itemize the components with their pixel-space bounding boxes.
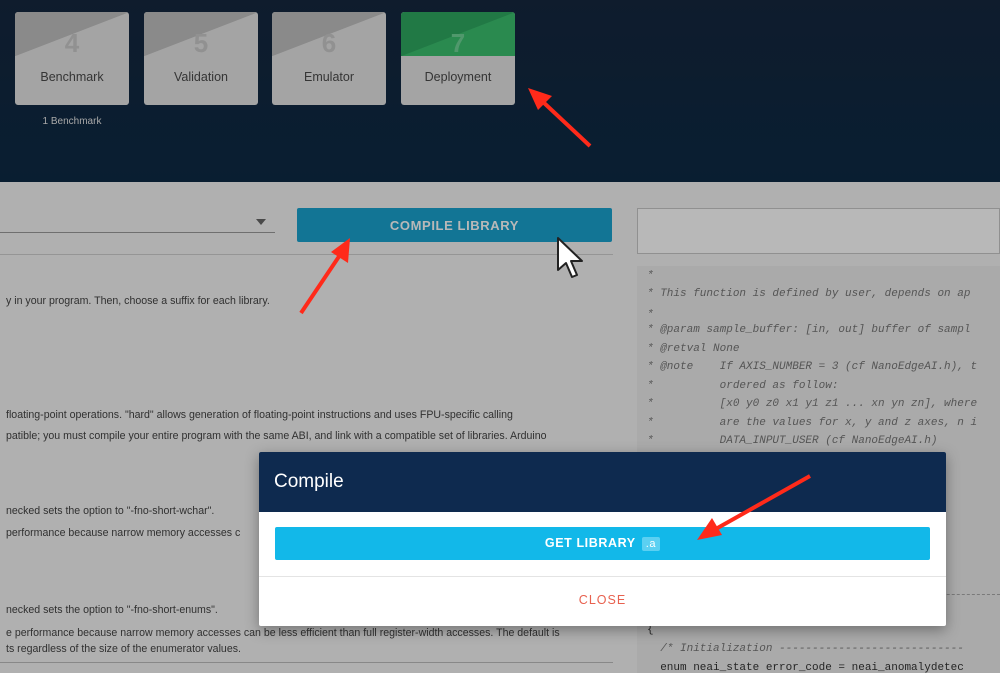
red-arrow-icon	[697, 474, 811, 540]
mouse-pointer-icon	[557, 237, 583, 278]
red-arrow-icon	[528, 88, 592, 148]
red-arrow-icon	[299, 238, 350, 315]
annotation-arrows	[299, 88, 811, 540]
